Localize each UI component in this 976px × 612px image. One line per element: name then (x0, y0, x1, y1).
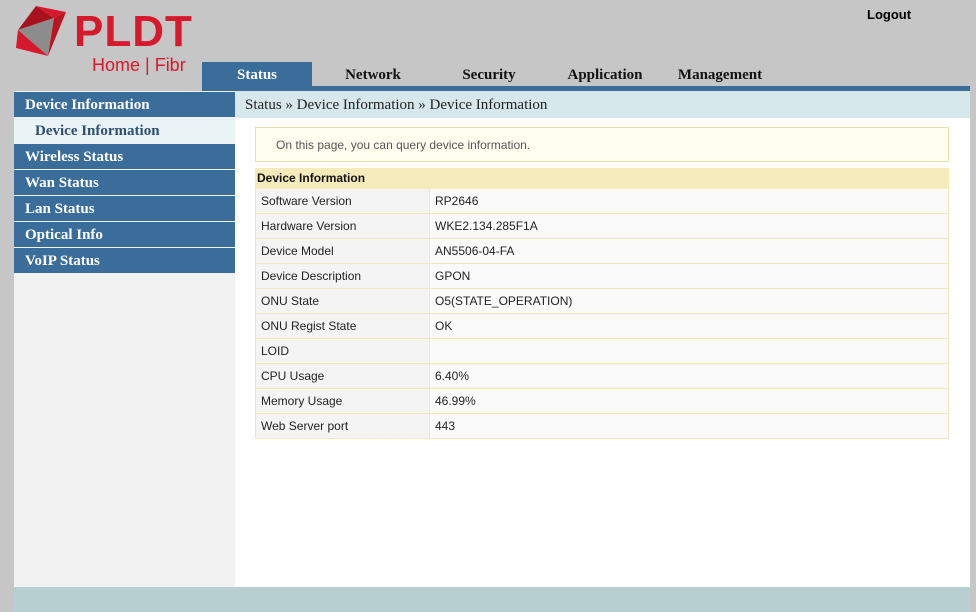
tab-management[interactable]: Management (665, 62, 775, 87)
table-row: ONU State O5(STATE_OPERATION) (255, 289, 949, 314)
pldt-logo-mark-icon (16, 6, 66, 56)
device-info-table: Device Information Software Version RP264… (255, 168, 949, 439)
table-row: LOID (255, 339, 949, 364)
row-value: RP2646 (430, 189, 948, 213)
sidebar-item-voip-status[interactable]: VoIP Status (14, 248, 235, 273)
breadcrumb-bar: Status » Device Information » Device Inf… (235, 91, 970, 118)
table-row: Web Server port 443 (255, 414, 949, 439)
sidebar: Device Information Device Information Wi… (14, 91, 235, 587)
info-note: On this page, you can query device infor… (255, 127, 949, 162)
row-key: Web Server port (256, 414, 430, 438)
brand-subtitle: Home | Fibr (92, 55, 186, 75)
row-key: Hardware Version (256, 214, 430, 238)
sidebar-item-device-information[interactable]: Device Information (14, 92, 235, 117)
row-key: Memory Usage (256, 389, 430, 413)
sidebar-item-wan-status[interactable]: Wan Status (14, 170, 235, 195)
table-row: Memory Usage 46.99% (255, 389, 949, 414)
row-value: O5(STATE_OPERATION) (430, 289, 948, 313)
row-value: 6.40% (430, 364, 948, 388)
table-row: Hardware Version WKE2.134.285F1A (255, 214, 949, 239)
row-value: AN5506-04-FA (430, 239, 948, 263)
row-value: 46.99% (430, 389, 948, 413)
row-key: CPU Usage (256, 364, 430, 388)
row-value (430, 339, 948, 363)
row-key: ONU Regist State (256, 314, 430, 338)
table-title: Device Information (255, 168, 949, 189)
footer-bar (14, 587, 970, 612)
tab-network[interactable]: Network (318, 62, 428, 87)
table-row: Software Version RP2646 (255, 189, 949, 214)
row-key: Software Version (256, 189, 430, 213)
row-value: OK (430, 314, 948, 338)
row-value: GPON (430, 264, 948, 288)
row-key: Device Model (256, 239, 430, 263)
sidebar-item-wireless-status[interactable]: Wireless Status (14, 144, 235, 169)
sidebar-subitem-device-information[interactable]: Device Information (14, 118, 235, 143)
tab-security[interactable]: Security (434, 62, 544, 87)
pldt-logo: PLDT Home | Fibr (14, 4, 204, 75)
table-row: Device Model AN5506-04-FA (255, 239, 949, 264)
row-key: LOID (256, 339, 430, 363)
row-value: WKE2.134.285F1A (430, 214, 948, 238)
row-key: Device Description (256, 264, 430, 288)
row-value: 443 (430, 414, 948, 438)
table-row: Device Description GPON (255, 264, 949, 289)
row-key: ONU State (256, 289, 430, 313)
sidebar-item-optical-info[interactable]: Optical Info (14, 222, 235, 247)
sidebar-item-lan-status[interactable]: Lan Status (14, 196, 235, 221)
tab-application[interactable]: Application (550, 62, 660, 87)
logout-link[interactable]: Logout (867, 7, 911, 22)
table-row: CPU Usage 6.40% (255, 364, 949, 389)
table-row: ONU Regist State OK (255, 314, 949, 339)
tab-status[interactable]: Status (202, 62, 312, 87)
breadcrumb: Status » Device Information » Device Inf… (245, 97, 548, 113)
brand-name: PLDT (74, 7, 193, 56)
